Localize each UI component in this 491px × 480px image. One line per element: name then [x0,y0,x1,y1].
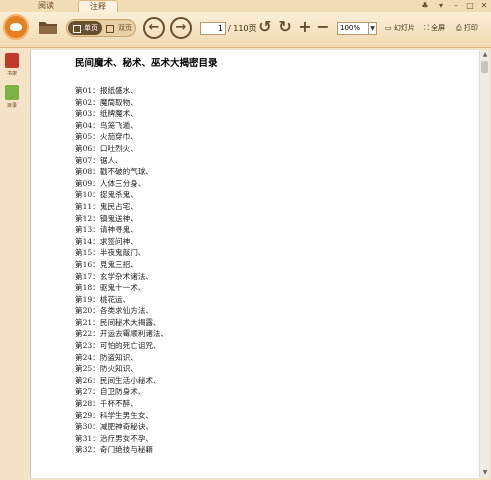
tab-strip: 阅读 注释 ♣ ▾ – □ ✕ [0,0,491,12]
toc-item: 第21：民间秘术大揭露、 [75,317,161,327]
toc-item: 第03：纸牌魔术、 [75,109,138,119]
document-title: 民间魔术、秘术、巫术大揭密目录 [75,58,218,69]
toc-item: 第01：报纸盛水、 [75,86,138,95]
toc-item: 第26：民间生活小秘术、 [75,375,161,385]
toc-item: 第11：鬼民占宅、 [75,201,138,211]
arrow-left-icon: ← [148,20,160,35]
print-button[interactable]: ⎙ 打印 [456,22,478,35]
fullscreen-icon: ⛶ [424,24,429,32]
left-sidebar: 书架 目录 [0,49,24,480]
toc-item: 第27：自卫防身术、 [75,387,146,397]
next-page-button[interactable]: → [170,17,192,39]
zoom-in-icon[interactable]: + [297,18,313,36]
chevron-down-icon: ▼ [368,23,376,34]
arrow-right-icon: → [175,20,187,35]
scroll-up-icon[interactable]: ▲ [480,50,490,60]
toc-item: 第20：各类求仙方法、 [75,306,154,316]
toc-list-icon [5,85,19,100]
toolbar: 单页 双页 ← → 1 / 110页 ↺ ↻ + − 100% ▼ ▭ 幻灯片 … [0,12,491,48]
slideshow-button[interactable]: ▭ 幻灯片 [385,22,415,35]
minimize-icon[interactable]: – [449,0,463,12]
sidebar-item-bookshelf[interactable]: 书架 [2,53,22,81]
toc-item: 第09：人体三分身、 [75,178,146,188]
toc-item: 第19：桃花运、 [75,294,131,304]
single-page-icon [73,25,81,33]
single-page-button[interactable]: 单页 [68,21,102,35]
scroll-thumb[interactable] [481,61,488,73]
scroll-down-icon[interactable]: ▼ [480,468,490,478]
toc-item: 第18：驱鬼十一术、 [75,283,146,293]
toc-item: 第07：锯人、 [75,155,123,165]
toc-item: 第32：奇门绝技与秘籍 [75,445,154,455]
skin-icon[interactable]: ♣ [418,0,432,12]
toc-item: 第22：开运去霉顺利诸法、 [75,329,169,339]
tab-read[interactable]: 阅读 [28,0,64,12]
toc-item: 第02：魔筒取物、 [75,97,138,107]
toc-item: 第10：捉鬼杀鬼、 [75,190,138,200]
toc-item: 第04：鸟笼飞遁、 [75,120,138,130]
double-page-button[interactable]: 双页 [105,21,135,35]
toc-item: 第29：科学生男生女、 [75,410,154,420]
toc-item: 第15：半夜鬼敲门、 [75,248,146,258]
toc-item: 第17：玄学杂术诸法、 [75,271,154,281]
zoom-value: 100% [340,24,361,32]
toc-item: 第05：火茄穿巾、 [75,132,138,142]
bookshelf-icon [5,53,19,68]
toc-item: 第06：口吐烈火、 [75,143,138,153]
rotate-right-icon[interactable]: ↻ [277,18,293,36]
toc-item: 第25：防火知识、 [75,364,138,374]
menu-icon[interactable]: ▾ [434,0,448,12]
toc-item: 第14：求签问神、 [75,236,138,246]
sidebar-item-toc[interactable]: 目录 [2,85,22,113]
zoom-out-icon[interactable]: − [315,18,331,36]
open-folder-icon[interactable] [38,20,58,35]
fullscreen-button[interactable]: ⛶ 全屏 [424,22,445,35]
page-total: / 110页 [228,24,257,33]
toc-item: 第16：見鬼三招、 [75,259,138,269]
print-label: 打印 [463,24,478,32]
toc-list: 第01：报纸盛水、 第02：魔筒取物、 第03：纸牌魔术、 第04：鸟笼飞遁、 第05：… [75,85,168,456]
maximize-icon[interactable]: □ [463,0,477,12]
printer-icon: ⎙ [456,24,462,32]
toc-item: 第30：减肥神奇秘诀、 [75,422,154,432]
toc-item: 第31：治疗男女不孕、 [75,433,154,443]
slideshow-icon: ▭ [385,24,392,32]
sidebar-item-label: 目录 [6,103,17,109]
close-icon[interactable]: ✕ [477,0,491,12]
page-mode-toggle: 单页 双页 [66,19,136,37]
zoom-select[interactable]: 100% ▼ [337,22,377,35]
toc-item: 第28：千杯不醉、 [75,399,138,409]
single-page-label: 单页 [84,24,98,32]
vertical-scrollbar[interactable]: ▲ ▼ [479,50,489,478]
toc-item: 第23：可怕的死亡诅咒、 [75,341,161,351]
fullscreen-label: 全屏 [431,24,446,32]
page-number-input[interactable]: 1 [200,22,226,35]
toc-item: 第08：戳不破的气球、 [75,167,154,177]
toc-item: 第24：防盗知识、 [75,352,138,362]
toc-item: 第13：请神寻鬼、 [75,225,138,235]
tab-notes[interactable]: 注释 [78,0,118,12]
double-page-label: 双页 [118,24,132,32]
previous-page-button[interactable]: ← [143,17,165,39]
double-page-icon [106,25,114,33]
document-page[interactable]: 民间魔术、秘术、巫术大揭密目录 第01：报纸盛水、 第02：魔筒取物、 第03：纸牌… [30,50,479,478]
app-logo-icon[interactable] [3,14,29,40]
rotate-left-icon[interactable]: ↺ [257,18,273,36]
sidebar-item-label: 书架 [6,71,17,77]
toc-item: 第12：镇鬼送神、 [75,213,138,223]
slideshow-label: 幻灯片 [393,24,415,32]
